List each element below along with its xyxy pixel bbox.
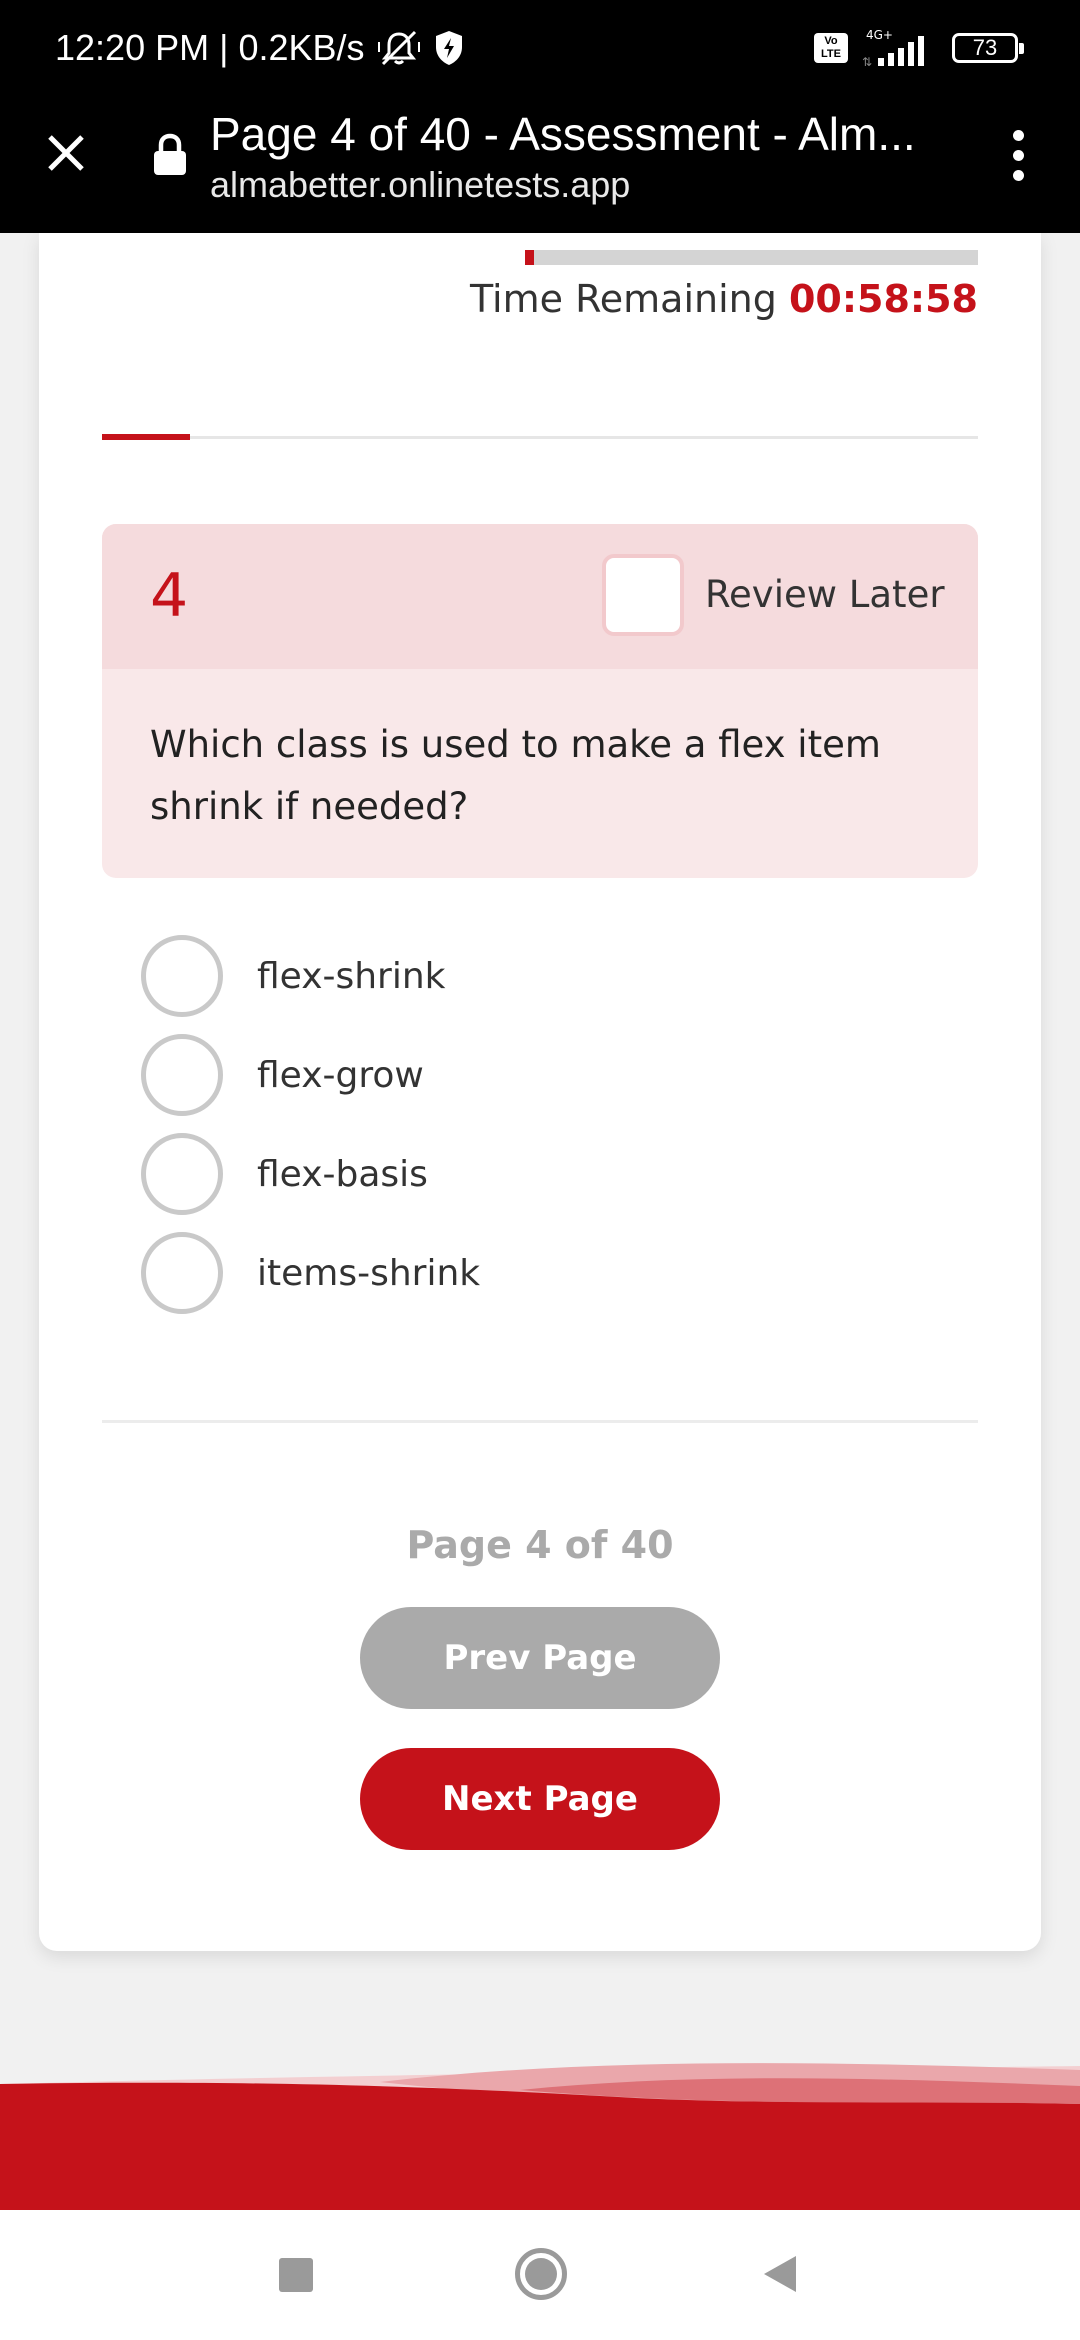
battery-icon: 73 xyxy=(952,32,1024,63)
svg-text:4G+: 4G+ xyxy=(866,28,893,42)
prev-page-button[interactable]: Prev Page xyxy=(360,1607,720,1709)
timer-progress-fill xyxy=(525,250,535,265)
status-time-speed: 12:20 PM | 0.2KB/s xyxy=(55,26,365,68)
next-page-button[interactable]: Next Page xyxy=(360,1748,720,1850)
mute-icon xyxy=(377,30,420,65)
option-flex-grow[interactable]: flex-grow xyxy=(141,1032,941,1118)
review-later-checkbox[interactable] xyxy=(602,554,684,636)
review-later-label[interactable]: Review Later xyxy=(705,566,945,624)
option-label[interactable]: flex-grow xyxy=(257,1055,424,1096)
system-nav-bar xyxy=(0,2210,1080,2340)
home-button[interactable] xyxy=(515,2248,567,2300)
more-vert-icon xyxy=(1012,129,1024,141)
question-progress-fill xyxy=(102,434,190,440)
overflow-menu-button[interactable] xyxy=(998,125,1038,185)
svg-text:⇅: ⇅ xyxy=(862,55,872,68)
question-progress-track xyxy=(102,434,978,440)
question-header: 4 Review Later xyxy=(102,524,978,669)
radio-button[interactable] xyxy=(141,1034,223,1116)
time-remaining-value: 00:58:58 xyxy=(788,277,978,321)
option-flex-basis[interactable]: flex-basis xyxy=(141,1131,941,1217)
lock-icon xyxy=(154,133,186,175)
back-button[interactable] xyxy=(762,2254,798,2294)
home-icon xyxy=(525,2258,557,2290)
option-label[interactable]: items-shrink xyxy=(257,1253,480,1294)
url-host[interactable]: almabetter.onlinetests.app xyxy=(210,161,630,209)
assessment-card: Time Remaining 00:58:58 4 Review Later W… xyxy=(39,233,1041,1951)
divider xyxy=(102,1420,978,1423)
option-label[interactable]: flex-shrink xyxy=(257,956,446,997)
page-title: Page 4 of 40 - Assessment - Alm... xyxy=(210,108,916,160)
option-label[interactable]: flex-basis xyxy=(257,1154,428,1195)
custom-tab-header: Page 4 of 40 - Assessment - Alm... almab… xyxy=(0,95,1080,233)
radio-button[interactable] xyxy=(141,935,223,1017)
status-bar: 12:20 PM | 0.2KB/s Vo LTE 4G+ ⇅ 73 xyxy=(0,0,1080,95)
signal-icon: 4G+ ⇅ xyxy=(862,28,924,68)
radio-button[interactable] xyxy=(141,1133,223,1215)
time-remaining-label: Time Remaining xyxy=(470,277,789,321)
volte-badge: Vo LTE xyxy=(814,32,848,63)
time-remaining: Time Remaining 00:58:58 xyxy=(470,271,978,327)
question-text: Which class is used to make a flex item … xyxy=(150,723,881,828)
radio-button[interactable] xyxy=(141,1232,223,1314)
close-icon xyxy=(48,135,84,171)
question-box: 4 Review Later Which class is used to ma… xyxy=(102,524,978,878)
timer-progress-bar xyxy=(525,250,978,265)
option-flex-shrink[interactable]: flex-shrink xyxy=(141,933,941,1019)
close-button[interactable] xyxy=(36,123,96,183)
option-items-shrink[interactable]: items-shrink xyxy=(141,1230,941,1316)
shield-icon xyxy=(435,30,462,65)
page-indicator: Page 4 of 40 xyxy=(406,1523,674,1567)
footer-wave xyxy=(0,2063,1080,2210)
recents-button[interactable] xyxy=(279,2258,313,2292)
question-number: 4 xyxy=(150,561,189,631)
